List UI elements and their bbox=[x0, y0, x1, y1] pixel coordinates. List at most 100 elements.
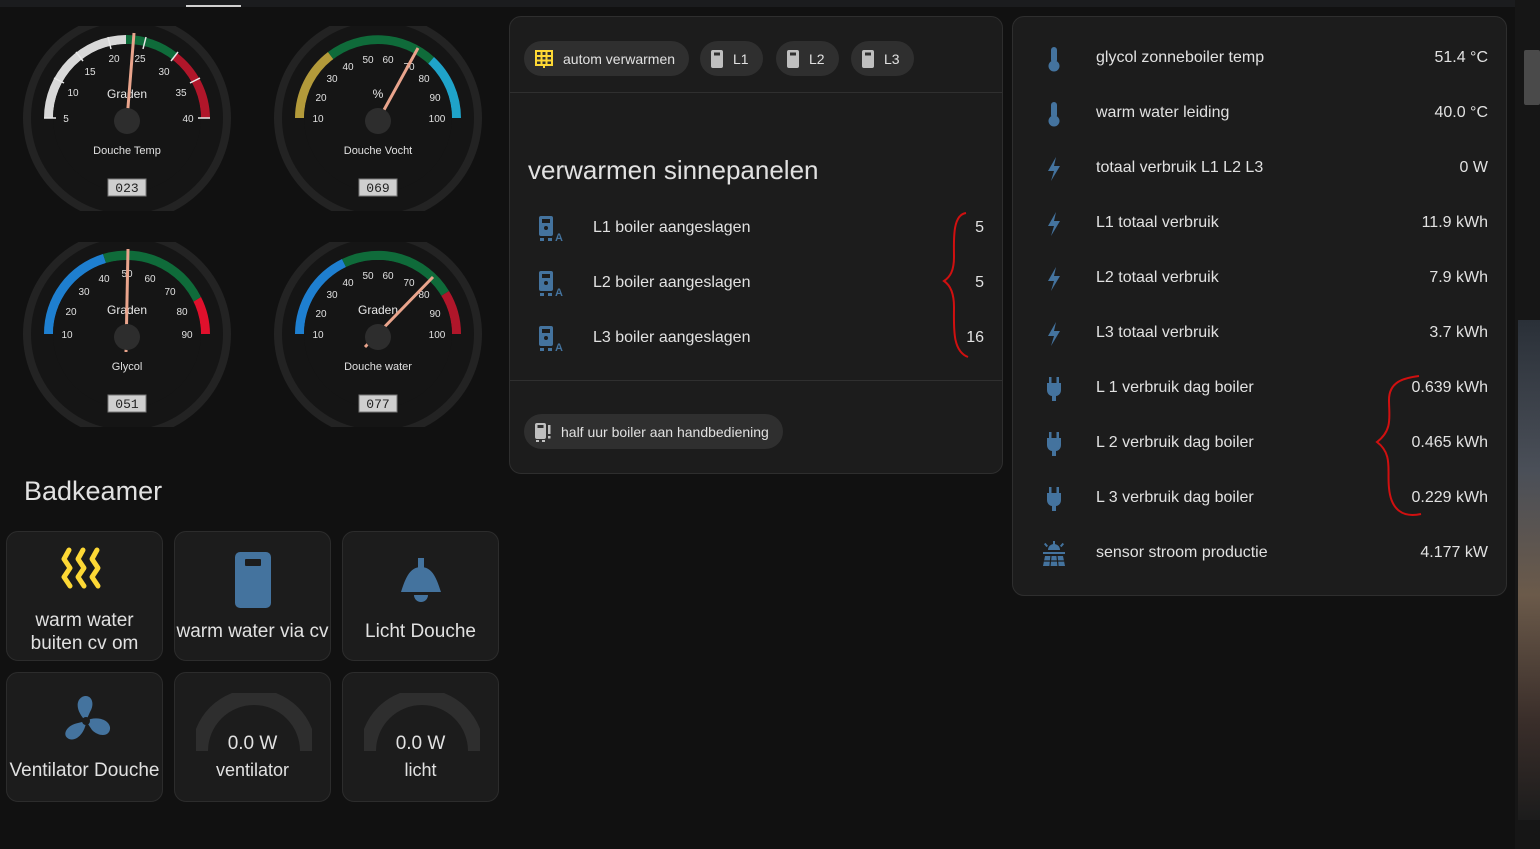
gauge-tick: 50 bbox=[362, 271, 374, 282]
gauge-title: Graden bbox=[358, 303, 398, 317]
solar-panel-icon bbox=[535, 49, 553, 68]
entity-row[interactable]: L 3 verbruik dag boiler 0.229 kWh bbox=[1013, 471, 1506, 526]
gauge-tick: 60 bbox=[382, 271, 394, 282]
entity-name: L 2 verbruik dag boiler bbox=[1096, 434, 1254, 451]
active-tab-indicator bbox=[186, 5, 241, 7]
card-title: verwarmen sinnepanelen bbox=[528, 155, 819, 185]
tile-label: warm water buiten cv om bbox=[30, 610, 139, 654]
chip-l1[interactable]: L1 bbox=[700, 41, 763, 76]
entity-name: L1 boiler aangeslagen bbox=[593, 219, 751, 236]
top-bar bbox=[0, 0, 1515, 7]
lightning-icon bbox=[1048, 157, 1060, 181]
scrollbar-thumb[interactable] bbox=[1524, 50, 1540, 105]
gauge-tick: 10 bbox=[61, 330, 73, 341]
entity-value: 4.177 kW bbox=[1420, 544, 1488, 561]
gauge-glycol: 10 20 30 40 50 60 70 80 90 Graden Glycol… bbox=[22, 242, 232, 427]
entity-row[interactable]: L3 totaal verbruik 3.7 kWh bbox=[1013, 306, 1506, 361]
gauge-value: 051 bbox=[115, 397, 139, 412]
entity-value: 51.4 °C bbox=[1434, 49, 1488, 66]
annotation-brace bbox=[942, 212, 969, 358]
entity-row-l1-boiler[interactable]: A L1 boiler aangeslagen 5 bbox=[510, 201, 1002, 256]
entity-row[interactable]: L 2 verbruik dag boiler 0.465 kWh bbox=[1013, 416, 1506, 471]
entity-row[interactable]: L2 totaal verbruik 7.9 kWh bbox=[1013, 251, 1506, 306]
entity-value: 3.7 kWh bbox=[1429, 324, 1488, 341]
tile-ventilator-power[interactable]: 0.0 W ventilator bbox=[174, 672, 331, 802]
water-boiler-icon bbox=[711, 49, 723, 68]
divider bbox=[510, 92, 1002, 93]
gauge-tick: 60 bbox=[144, 274, 156, 285]
entity-row[interactable]: warm water leiding 40.0 °C bbox=[1013, 86, 1506, 141]
gauge-tick: 20 bbox=[315, 93, 327, 104]
chip-label: half uur boiler aan handbediening bbox=[561, 423, 769, 440]
power-plug-icon bbox=[1047, 487, 1061, 511]
chip-label: L3 bbox=[884, 50, 900, 67]
entity-name: L 3 verbruik dag boiler bbox=[1096, 489, 1254, 506]
entity-row[interactable]: glycol zonneboiler temp 51.4 °C bbox=[1013, 31, 1506, 86]
entity-row[interactable]: sensor stroom productie 4.177 kW bbox=[1013, 526, 1506, 581]
entity-value: 40.0 °C bbox=[1434, 104, 1488, 121]
chip-half-uur-boiler[interactable]: half uur boiler aan handbediening bbox=[524, 414, 783, 449]
entity-value: 7.9 kWh bbox=[1429, 269, 1488, 286]
gauge-tick: 90 bbox=[429, 93, 441, 104]
entity-name: L3 totaal verbruik bbox=[1096, 324, 1219, 341]
tile-ventilator-douche[interactable]: Ventilator Douche bbox=[6, 672, 163, 802]
entity-value: 5 bbox=[975, 274, 984, 291]
gauge-tick: 20 bbox=[315, 309, 327, 320]
entity-row[interactable]: L1 totaal verbruik 11.9 kWh bbox=[1013, 196, 1506, 251]
entity-name: L1 totaal verbruik bbox=[1096, 214, 1219, 231]
annotation-brace bbox=[1375, 375, 1422, 516]
solar-power-icon bbox=[1043, 541, 1065, 567]
tile-label: licht bbox=[404, 760, 437, 780]
gauge-tick: 15 bbox=[84, 67, 96, 78]
chip-l3[interactable]: L3 bbox=[851, 41, 914, 76]
gauge-tick: 80 bbox=[418, 74, 430, 85]
gauge-tick: 100 bbox=[429, 330, 446, 341]
gauge-value: 023 bbox=[115, 181, 138, 196]
water-boiler-alert-icon bbox=[535, 422, 551, 442]
tile-label: Ventilator Douche bbox=[9, 760, 160, 781]
ceiling-light-icon bbox=[401, 558, 441, 602]
water-boiler-icon bbox=[235, 552, 271, 608]
gauge-tick: 40 bbox=[342, 278, 354, 289]
entity-row-l2-boiler[interactable]: A L2 boiler aangeslagen 5 bbox=[510, 256, 1002, 311]
gauge-label: Douche Vocht bbox=[344, 145, 413, 157]
svg-text:A: A bbox=[555, 287, 563, 297]
chip-autom-verwarmen[interactable]: autom verwarmen bbox=[524, 41, 690, 76]
entity-value: 0 W bbox=[1459, 159, 1488, 176]
gauge-tick: 40 bbox=[98, 274, 110, 285]
tile-label: ventilator bbox=[215, 760, 290, 780]
power-plug-icon bbox=[1047, 432, 1061, 456]
gauge-label: Douche water bbox=[344, 361, 412, 373]
gauge-label: Douche Temp bbox=[93, 145, 161, 157]
entity-row-l3-boiler[interactable]: A L3 boiler aangeslagen 16 bbox=[510, 311, 1002, 366]
gauge-label: Glycol bbox=[112, 361, 143, 373]
tile-licht-power[interactable]: 0.0 W licht bbox=[342, 672, 499, 802]
tile-licht-douche[interactable]: Licht Douche bbox=[342, 531, 499, 661]
entity-row[interactable]: totaal verbruik L1 L2 L3 0 W bbox=[1013, 141, 1506, 196]
gauge-tick: 10 bbox=[67, 88, 79, 99]
entity-name: warm water leiding bbox=[1096, 104, 1230, 121]
water-boiler-icon bbox=[787, 49, 799, 68]
card-verwarmen: autom verwarmen L1 L2 L3 verwarmen sinne… bbox=[509, 16, 1003, 474]
gauge-tick: 90 bbox=[181, 330, 193, 341]
gauge-tick: 20 bbox=[65, 307, 77, 318]
gauge-value: 0.0 W bbox=[227, 733, 278, 754]
radiator-heat-icon bbox=[61, 547, 101, 589]
gauge-title: Graden bbox=[107, 87, 147, 101]
gauge-tick: 25 bbox=[134, 54, 146, 65]
gauge-douche-water: 10 20 30 40 50 60 70 80 90 100 Graden Do… bbox=[273, 242, 483, 427]
svg-text:A: A bbox=[555, 342, 563, 352]
gauge-value: 0.0 W bbox=[395, 733, 446, 754]
chip-l2[interactable]: L2 bbox=[776, 41, 839, 76]
fan-icon bbox=[65, 696, 111, 740]
entity-name: L 1 verbruik dag boiler bbox=[1096, 379, 1254, 396]
tile-warm-water-buiten-cv[interactable]: warm water buiten cv om bbox=[6, 531, 163, 661]
gauge-tick: 70 bbox=[403, 278, 415, 289]
gauge-value: 069 bbox=[366, 181, 389, 196]
entity-row[interactable]: L 1 verbruik dag boiler 0.639 kWh bbox=[1013, 361, 1506, 416]
gauge-tick: 30 bbox=[326, 290, 338, 301]
tile-warm-water-via-cv[interactable]: warm water via cv bbox=[174, 531, 331, 661]
gauge-title: % bbox=[373, 87, 384, 101]
chip-label: L1 bbox=[733, 50, 749, 67]
lightning-icon bbox=[1048, 267, 1060, 291]
